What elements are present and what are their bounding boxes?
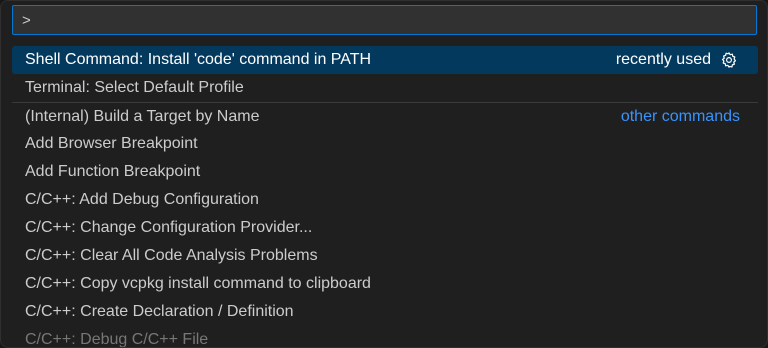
command-label: Terminal: Select Default Profile xyxy=(25,79,244,96)
list-item[interactable]: C/C++: Change Configuration Provider... xyxy=(12,214,758,242)
list-item[interactable]: (Internal) Build a Target by Name other … xyxy=(12,102,758,130)
command-label: C/C++: Debug C/C++ File xyxy=(25,331,209,348)
command-label: C/C++: Copy vcpkg install command to cli… xyxy=(25,275,371,292)
command-label: C/C++: Add Debug Configuration xyxy=(25,191,259,208)
command-list: Shell Command: Install 'code' command in… xyxy=(12,46,758,348)
command-palette: Shell Command: Install 'code' command in… xyxy=(0,0,768,348)
list-item[interactable]: C/C++: Add Debug Configuration xyxy=(12,186,758,214)
recently-used-label: recently used xyxy=(615,51,711,68)
command-label: C/C++: Create Declaration / Definition xyxy=(25,303,294,320)
list-item[interactable]: Shell Command: Install 'code' command in… xyxy=(12,46,758,74)
list-item[interactable]: C/C++: Create Declaration / Definition xyxy=(12,298,758,326)
list-item[interactable]: C/C++: Debug C/C++ File xyxy=(12,326,758,348)
command-input-box[interactable] xyxy=(12,5,757,35)
command-label: Shell Command: Install 'code' command in… xyxy=(25,51,372,68)
command-input[interactable] xyxy=(13,6,756,34)
list-item[interactable]: C/C++: Clear All Code Analysis Problems xyxy=(12,242,758,270)
command-label: Add Browser Breakpoint xyxy=(25,135,198,152)
command-label: C/C++: Change Configuration Provider... xyxy=(25,219,313,236)
list-item[interactable]: Terminal: Select Default Profile xyxy=(12,74,758,102)
command-label: C/C++: Clear All Code Analysis Problems xyxy=(25,247,318,264)
list-item[interactable]: Add Browser Breakpoint xyxy=(12,130,758,158)
list-item[interactable]: Add Function Breakpoint xyxy=(12,158,758,186)
gear-icon[interactable] xyxy=(720,51,738,69)
list-item[interactable]: C/C++: Copy vcpkg install command to cli… xyxy=(12,270,758,298)
command-label: Add Function Breakpoint xyxy=(25,163,201,180)
command-label: (Internal) Build a Target by Name xyxy=(25,108,260,125)
other-commands-label: other commands xyxy=(620,108,740,125)
